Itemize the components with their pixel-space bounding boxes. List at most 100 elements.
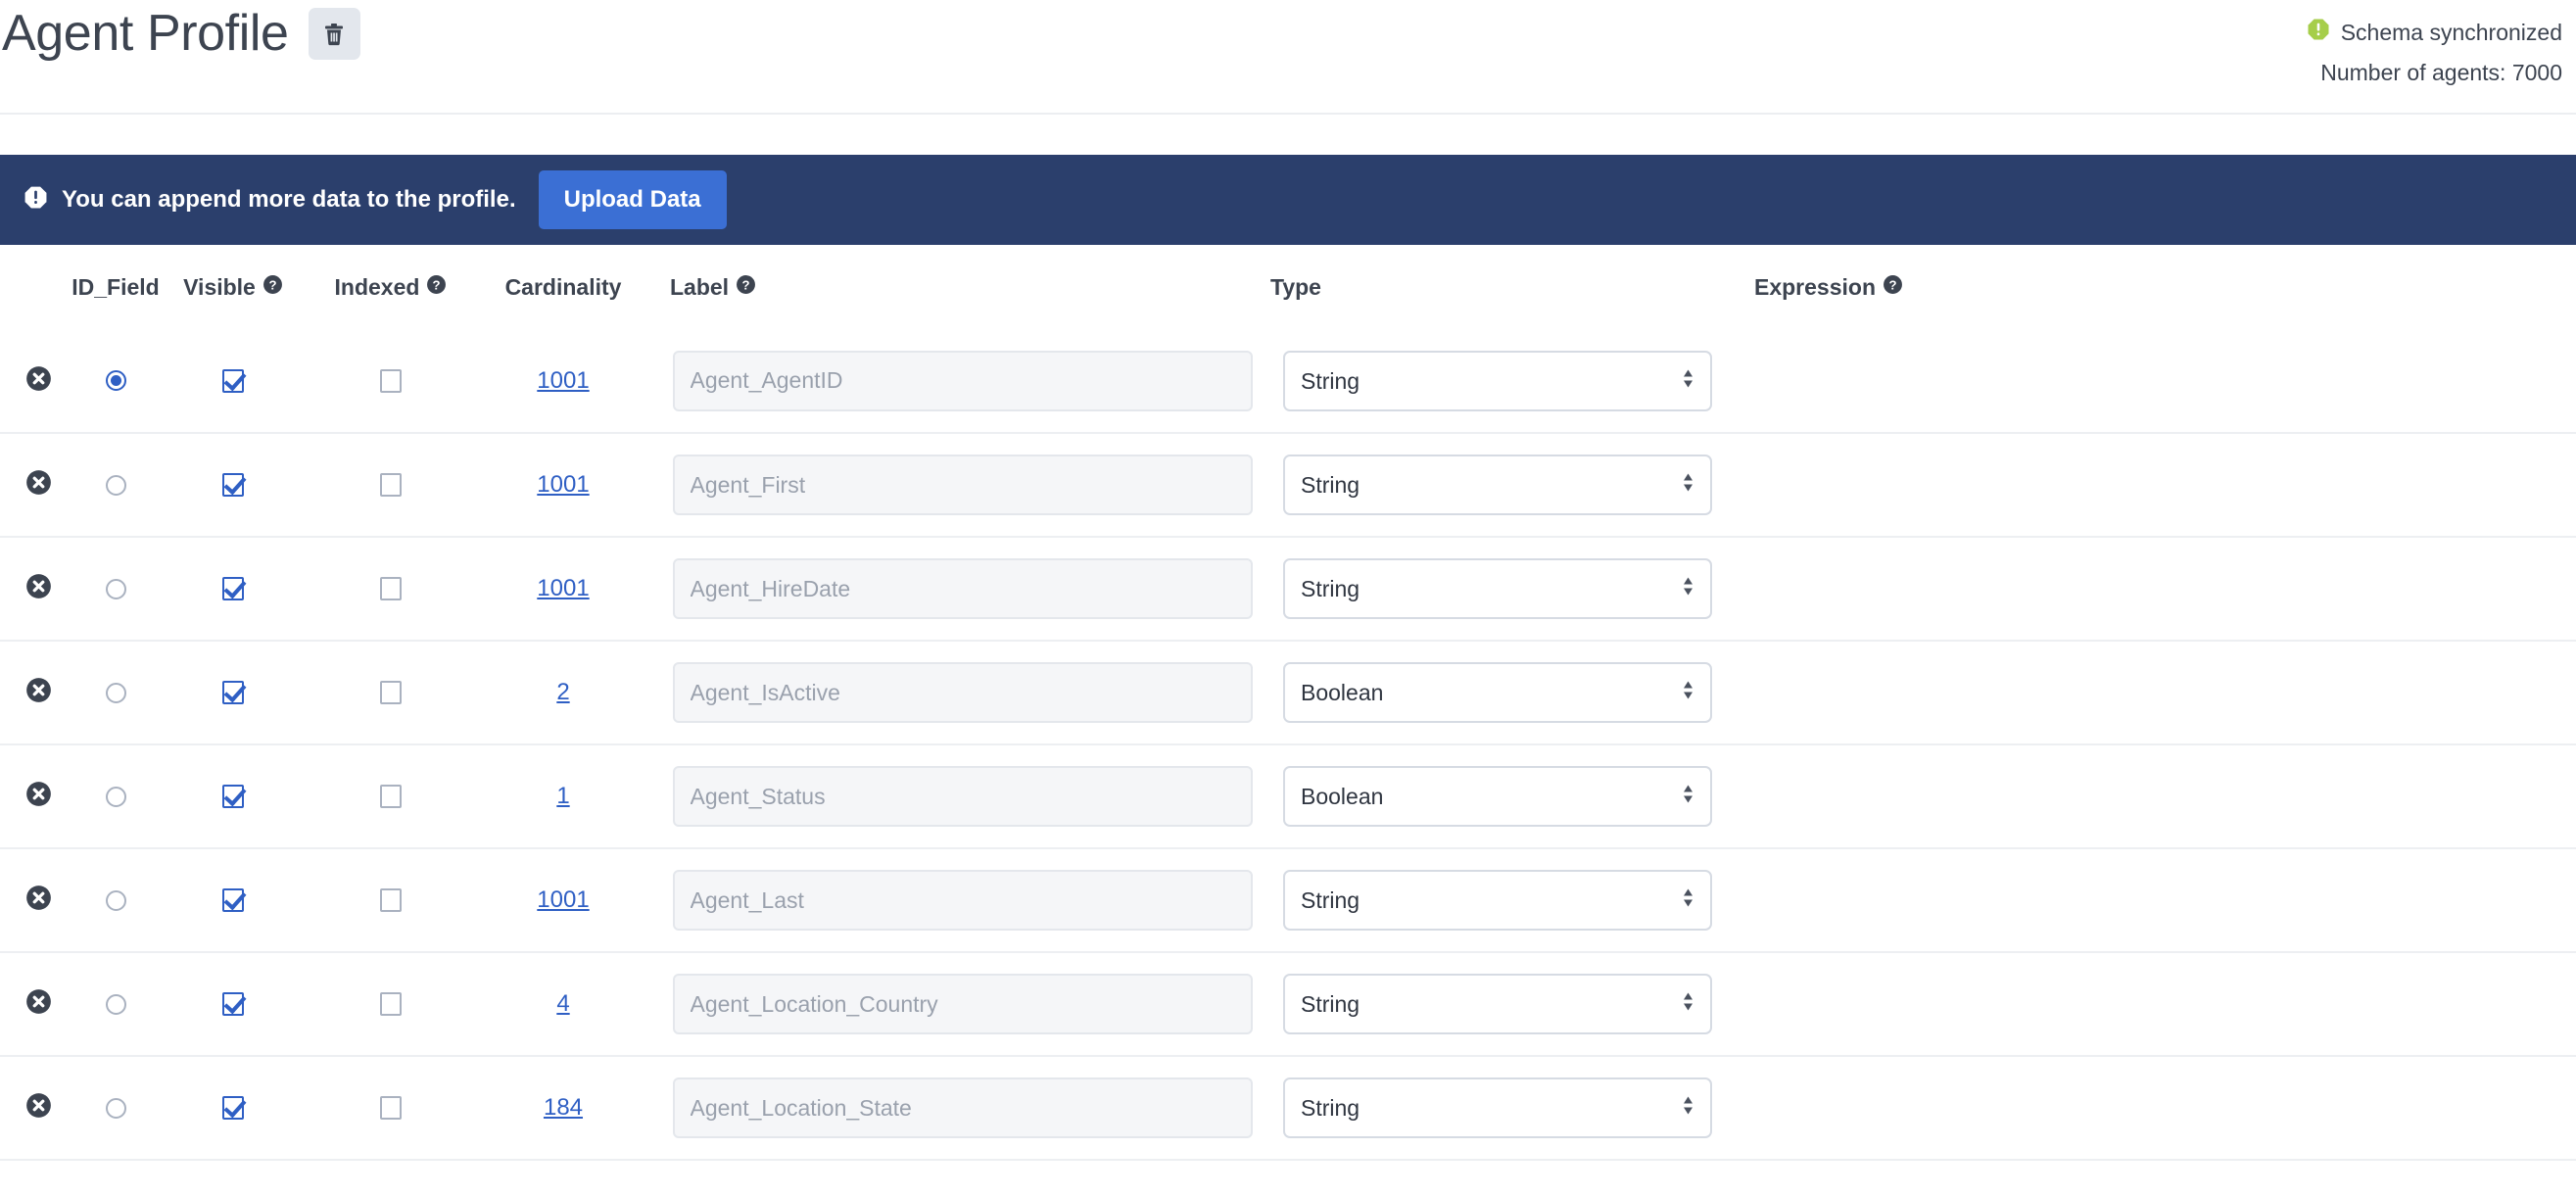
row-indexed-cell [311,848,470,953]
row-type-cell: StringBoolean [1268,641,1727,745]
help-icon-label[interactable]: ? [736,274,756,301]
row-visible-cell [155,848,311,953]
label-input[interactable] [672,1077,1253,1138]
row-id-field-cell [76,641,155,745]
visible-checkbox[interactable] [222,785,244,808]
row-delete-cell [0,1056,76,1161]
row-label-cell [656,329,1268,434]
cardinality-link[interactable]: 4 [556,990,569,1017]
indexed-checkbox[interactable] [380,888,402,912]
svg-text:?: ? [742,277,750,292]
indexed-checkbox[interactable] [380,992,402,1016]
column-header-visible: Visible ? [155,245,311,329]
label-input[interactable] [672,974,1253,1034]
delete-field-icon[interactable] [25,1092,52,1124]
delete-field-icon[interactable] [25,885,52,916]
id-field-radio[interactable] [105,682,126,703]
row-visible-cell [155,329,311,434]
indexed-checkbox[interactable] [380,681,402,704]
help-icon-visible[interactable]: ? [262,274,283,301]
indexed-checkbox[interactable] [380,473,402,497]
id-field-radio[interactable] [105,1097,126,1119]
type-select[interactable]: StringBoolean [1283,870,1712,931]
type-select[interactable]: StringBoolean [1283,974,1712,1034]
cardinality-link[interactable]: 1001 [537,471,589,498]
row-expression-cell [1727,744,2576,849]
svg-text:?: ? [268,277,276,292]
delete-field-icon[interactable] [25,677,52,708]
row-label-cell [656,537,1268,642]
row-indexed-cell [311,433,470,538]
row-visible-cell [155,952,311,1057]
table-row: 1 StringBoolean [0,744,2576,849]
row-id-field-cell [76,329,155,434]
column-header-cardinality-label: Cardinality [504,273,622,300]
id-field-radio[interactable] [105,578,126,599]
row-id-field-cell [76,537,155,642]
row-visible-cell [155,433,311,538]
id-field-radio[interactable] [105,786,126,807]
indexed-checkbox[interactable] [380,1096,402,1120]
label-input[interactable] [672,766,1253,827]
row-type-cell: StringBoolean [1268,744,1727,849]
append-data-banner: You can append more data to the profile.… [0,155,2576,245]
column-header-type-label: Type [1270,273,1321,300]
type-select[interactable]: StringBoolean [1283,766,1712,827]
upload-data-button[interactable]: Upload Data [538,170,727,229]
delete-field-icon[interactable] [25,365,52,397]
visible-checkbox[interactable] [222,577,244,600]
schema-status: Schema synchronized [2307,18,2562,47]
row-type-cell: StringBoolean [1268,537,1727,642]
help-icon-expression[interactable]: ? [1883,274,1903,301]
column-header-id-field: ID_Field [72,245,159,329]
svg-text:?: ? [1888,277,1896,292]
delete-field-icon[interactable] [25,469,52,501]
indexed-checkbox[interactable] [380,577,402,600]
row-type-cell: StringBoolean [1268,848,1727,953]
row-expression-cell [1727,952,2576,1057]
help-icon-indexed[interactable]: ? [426,274,447,301]
cardinality-link[interactable]: 1 [556,783,569,809]
delete-field-icon[interactable] [25,573,52,604]
label-input[interactable] [672,870,1253,931]
indexed-checkbox[interactable] [380,368,402,393]
label-input[interactable] [672,455,1253,515]
type-select[interactable]: StringBoolean [1283,350,1712,411]
column-header-label: Label ? [656,245,1268,329]
label-input[interactable] [672,558,1253,619]
type-select[interactable]: StringBoolean [1283,558,1712,619]
visible-checkbox[interactable] [222,681,244,704]
type-select[interactable]: StringBoolean [1283,662,1712,723]
row-cardinality-cell: 1001 [470,537,656,642]
agent-count: Number of agents: 7000 [2320,60,2562,85]
svg-text:?: ? [433,277,441,292]
label-input[interactable] [672,350,1253,411]
row-cardinality-cell: 1 [470,744,656,849]
info-octagon-icon [24,185,48,215]
visible-checkbox[interactable] [222,473,244,497]
id-field-radio[interactable] [105,474,126,496]
cardinality-link[interactable]: 1001 [537,886,589,913]
id-field-radio[interactable] [105,370,126,391]
cardinality-link[interactable]: 1001 [537,367,589,394]
delete-field-icon[interactable] [25,988,52,1020]
label-input[interactable] [672,662,1253,723]
visible-checkbox[interactable] [222,888,244,912]
row-visible-cell [155,744,311,849]
id-field-radio[interactable] [105,889,126,911]
row-indexed-cell [311,329,470,434]
cardinality-link[interactable]: 2 [556,679,569,705]
visible-checkbox[interactable] [222,992,244,1016]
visible-checkbox[interactable] [222,1096,244,1120]
visible-checkbox[interactable] [222,368,244,393]
id-field-radio[interactable] [105,993,126,1015]
row-delete-cell [0,848,76,953]
delete-field-icon[interactable] [25,781,52,812]
type-select[interactable]: StringBoolean [1283,455,1712,515]
cardinality-link[interactable]: 184 [544,1094,583,1121]
row-id-field-cell [76,952,155,1057]
indexed-checkbox[interactable] [380,785,402,808]
delete-profile-button[interactable] [308,8,360,61]
type-select[interactable]: StringBoolean [1283,1077,1712,1138]
cardinality-link[interactable]: 1001 [537,575,589,601]
